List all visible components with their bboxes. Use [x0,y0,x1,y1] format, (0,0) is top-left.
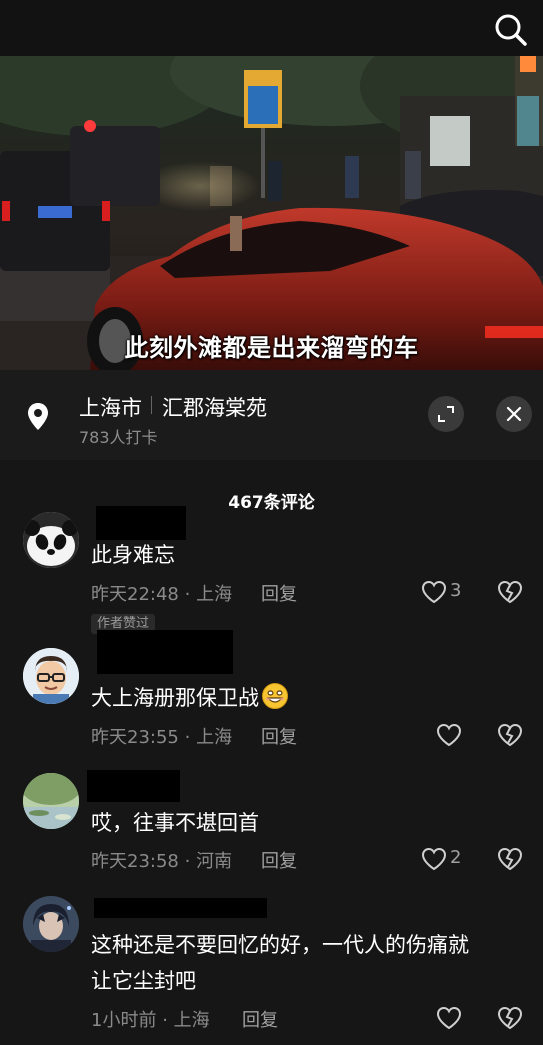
comments-count-title: 467条评论 [228,493,315,513]
heart-icon[interactable] [421,580,447,604]
reply-button[interactable]: 回复 [261,847,297,873]
comment-meta: 1小时前 · 上海 [91,1006,210,1032]
heart-icon[interactable] [436,1006,462,1030]
comment-region: 上海 [196,584,233,605]
expand-button[interactable] [428,396,464,432]
like-count: 2 [450,847,462,868]
comment-region: 河南 [196,851,233,872]
comment-meta: 昨天23:58 · 河南 [91,847,232,873]
like-count: 3 [450,580,462,601]
heart-icon[interactable] [421,847,447,871]
avatar[interactable] [23,512,79,568]
location-place: 汇郡海棠苑 [162,396,267,420]
reply-button[interactable]: 回复 [242,1006,278,1032]
comment-text-line2: 让它尘封吧 [91,969,196,993]
comment-text-content: 大上海册那保卫战 [91,686,259,710]
comment-time: 昨天23:55 [91,727,179,748]
comment-meta: 昨天22:48 · 上海 [91,580,232,606]
avatar[interactable] [23,773,79,829]
video-player[interactable]: 此刻外滩都是出来溜弯的车 [0,56,543,370]
avatar[interactable] [23,896,79,952]
redacted-username [94,898,267,918]
expand-icon [438,406,454,422]
comment-region: 上海 [173,1010,210,1031]
comment-text: 哎，往事不堪回首 [91,811,259,835]
close-button[interactable] [496,396,532,432]
grinning-face-emoji [261,682,289,710]
comment-time: 昨天22:48 [91,584,179,605]
redacted-username [87,770,180,802]
video-subtitle: 此刻外滩都是出来溜弯的车 [124,334,419,362]
location-bar[interactable]: 上海市 汇郡海棠苑 783人打卡 [0,370,543,460]
panda-avatar-image [23,512,79,568]
meta-separator: · [184,851,191,872]
reply-button[interactable]: 回复 [261,723,297,749]
comment-time: 1小时前 [91,1010,157,1031]
comment-text-line1: 这种还是不要回忆的好，一代人的伤痛就 [91,933,469,957]
broken-heart-icon[interactable] [497,580,523,604]
meta-separator: · [162,1010,168,1031]
comment-text: 大上海册那保卫战 [91,681,289,715]
checkin-count: 783人打卡 [79,428,158,447]
meta-separator: · [184,584,191,605]
broken-heart-icon[interactable] [497,847,523,871]
comment-time: 昨天23:58 [91,851,179,872]
comment-text: 此身难忘 [91,543,175,567]
comment-meta: 昨天23:55 · 上海 [91,723,232,749]
search-icon[interactable] [493,12,529,48]
location-pin-icon [26,402,50,432]
broken-heart-icon[interactable] [497,1006,523,1030]
video-frame-image [0,56,543,370]
cartoon-avatar-image [23,648,79,704]
meta-separator: · [184,727,191,748]
heart-icon[interactable] [436,723,462,747]
app-screen: 此刻外滩都是出来溜弯的车 上海市 汇郡海棠苑 783人打卡 467条评论 此身难… [0,0,543,1045]
anime-avatar-image [23,896,79,952]
top-bar [0,0,543,56]
comment-region: 上海 [196,727,233,748]
broken-heart-icon[interactable] [497,723,523,747]
redacted-username [97,630,233,674]
avatar[interactable] [23,648,79,704]
redacted-username [96,506,186,540]
reply-button[interactable]: 回复 [261,580,297,606]
location-city: 上海市 [79,396,142,420]
landscape-avatar-image [23,773,79,829]
location-divider [151,396,152,414]
close-icon [506,406,522,422]
